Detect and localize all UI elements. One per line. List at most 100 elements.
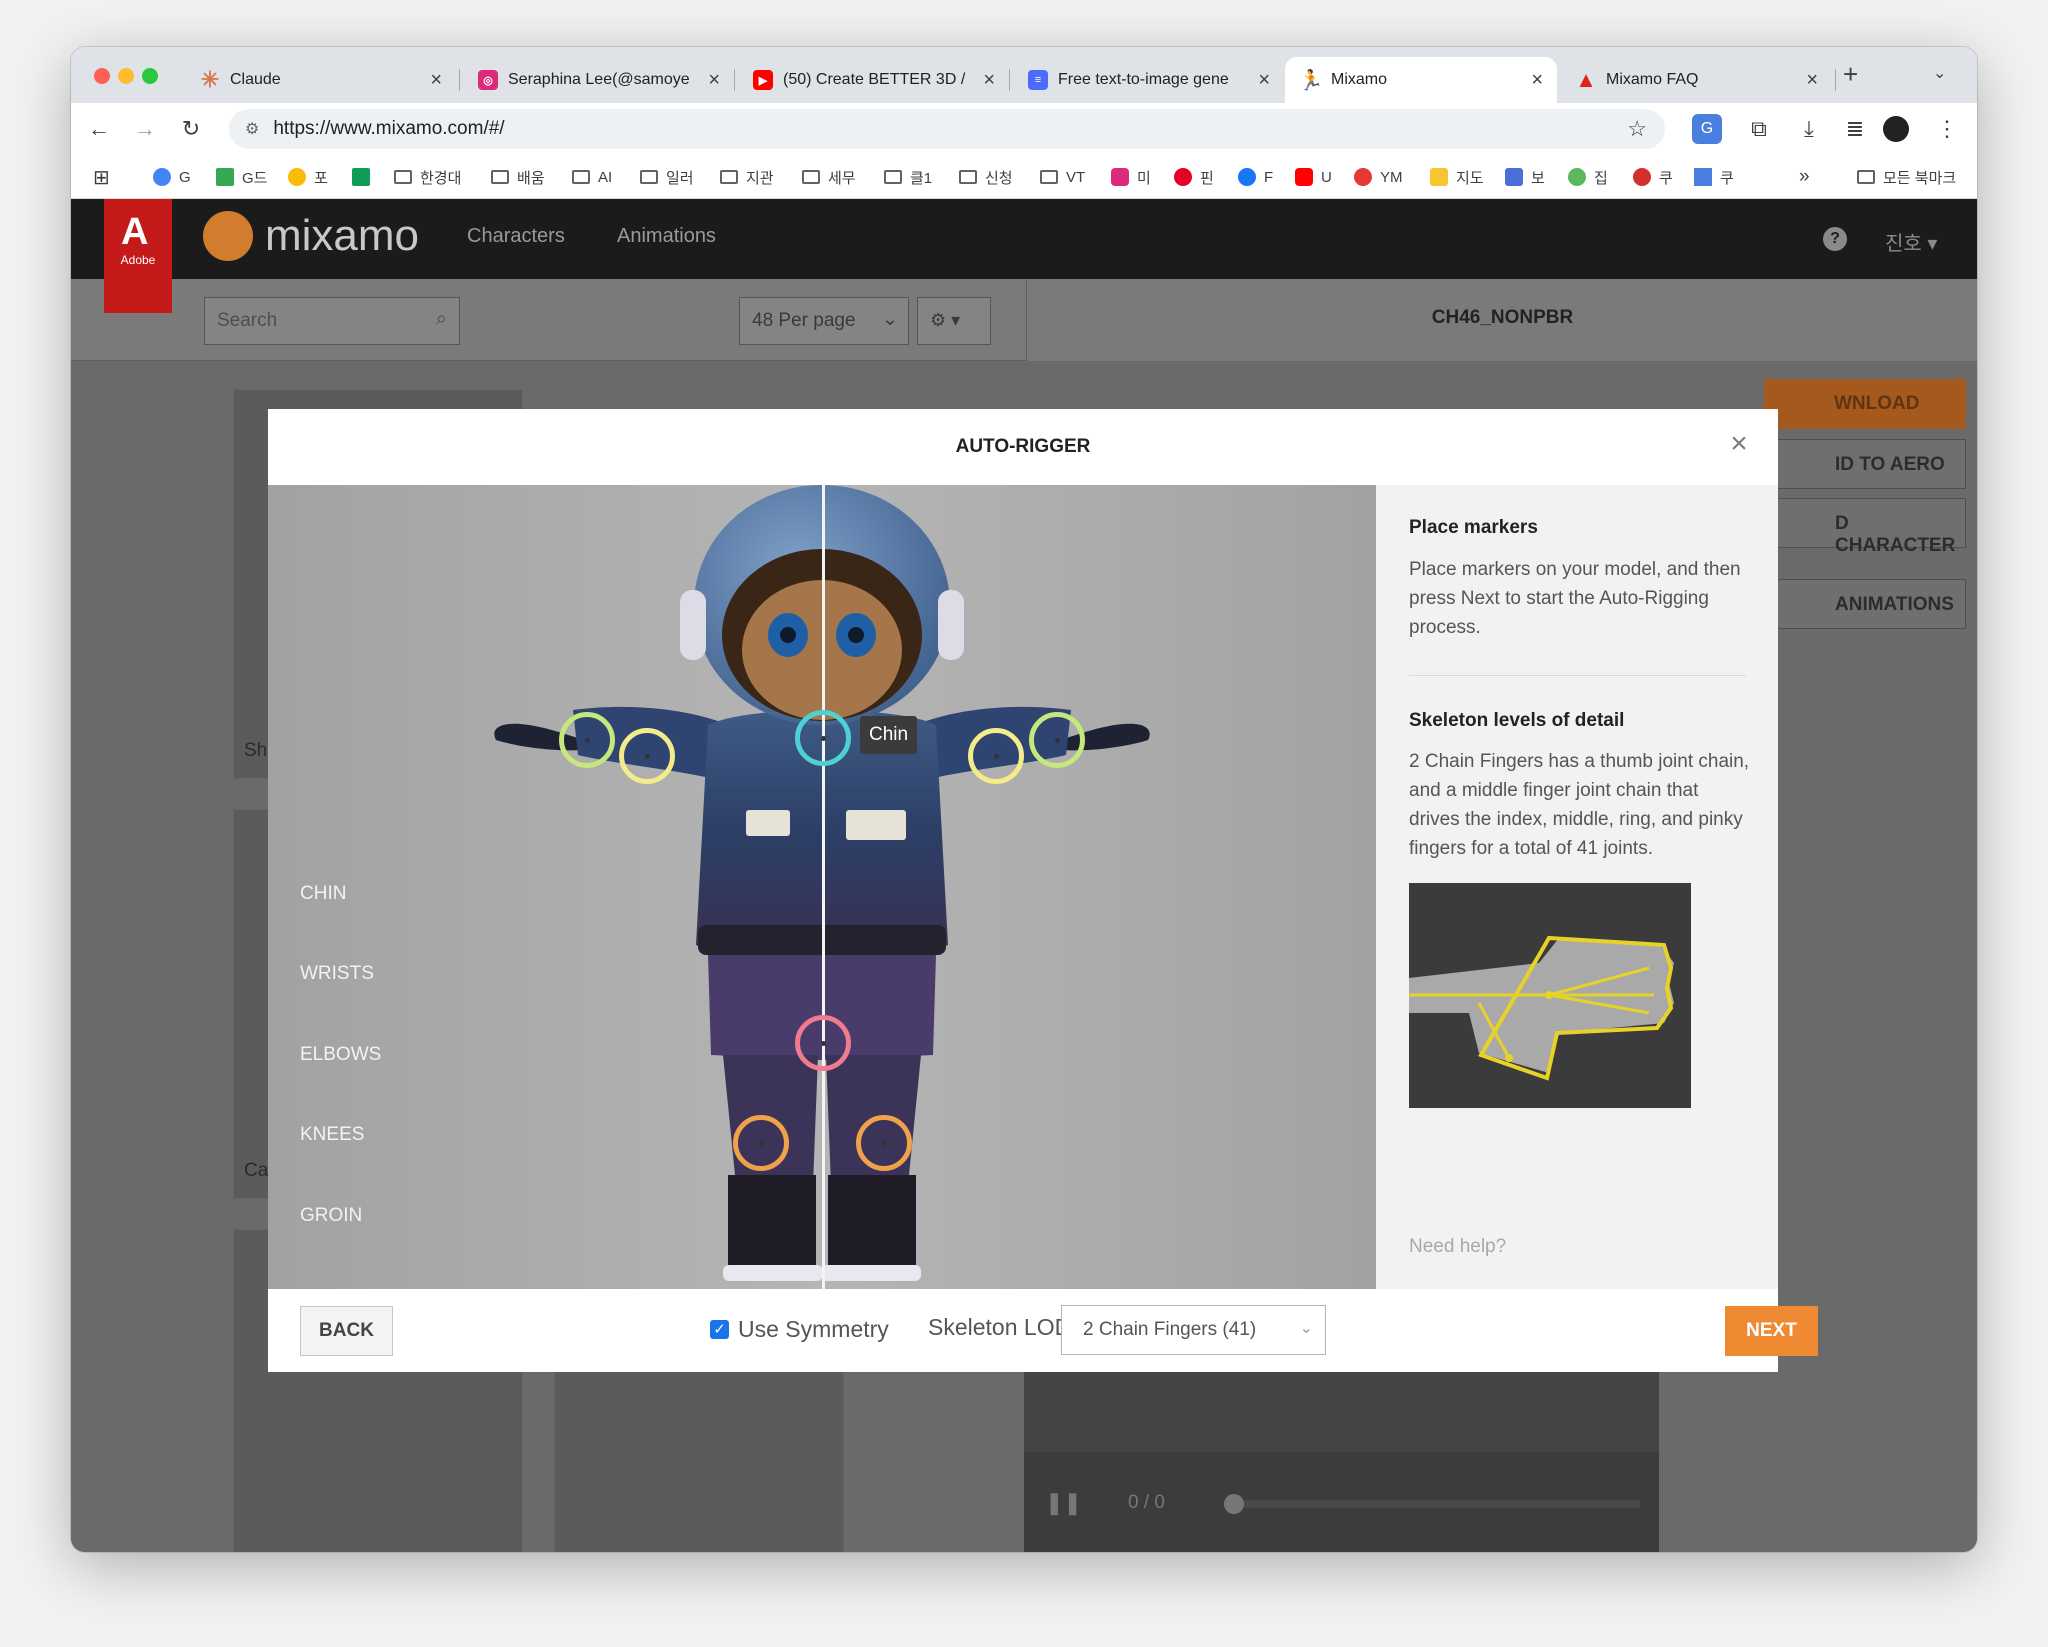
- send-to-aero-button[interactable]: ID TO AERO: [1764, 439, 1966, 489]
- close-tab-icon[interactable]: ×: [983, 69, 995, 92]
- close-tab-icon[interactable]: ×: [1531, 69, 1543, 92]
- close-icon[interactable]: ×: [1724, 429, 1754, 459]
- need-help-link[interactable]: Need help?: [1409, 1236, 1506, 1258]
- wrist-marker-left[interactable]: [559, 712, 615, 768]
- find-animations-button[interactable]: ANIMATIONS: [1764, 579, 1966, 629]
- mixamo-logo[interactable]: mixamo: [203, 211, 419, 261]
- marker-tooltip: Chin: [860, 716, 918, 754]
- bookmark-item[interactable]: F: [1238, 163, 1273, 191]
- bookmark-item[interactable]: 미: [1111, 163, 1151, 191]
- use-symmetry-checkbox[interactable]: ✓ Use Symmetry: [710, 1316, 889, 1343]
- bookmark-star-icon[interactable]: ☆: [1627, 116, 1647, 142]
- bookmark-folder[interactable]: VT: [1040, 163, 1085, 191]
- bookmark-folder[interactable]: 지관: [720, 163, 774, 191]
- search-input[interactable]: Search ⌕: [204, 297, 460, 345]
- chrome-menu-icon[interactable]: ⋮: [1929, 111, 1965, 147]
- close-tab-icon[interactable]: ×: [430, 69, 442, 92]
- bookmark-item[interactable]: [352, 163, 378, 191]
- groin-marker[interactable]: [795, 1015, 851, 1071]
- download-icon[interactable]: ⤓: [1791, 111, 1827, 147]
- chin-marker[interactable]: [795, 710, 851, 766]
- skeleton-lod-select[interactable]: 2 Chain Fingers (41) ⌄: [1061, 1305, 1326, 1355]
- bookmark-folder[interactable]: 배움: [491, 163, 545, 191]
- bookmark-item[interactable]: 쿠: [1694, 163, 1734, 191]
- close-tab-icon[interactable]: ×: [708, 69, 720, 92]
- folder-icon: [1857, 170, 1875, 184]
- next-button[interactable]: NEXT: [1725, 1306, 1818, 1356]
- download-button[interactable]: WNLOAD: [1764, 379, 1966, 429]
- symmetry-line[interactable]: [822, 485, 825, 1289]
- folder-icon: [802, 170, 820, 184]
- knee-marker-right[interactable]: [856, 1115, 912, 1171]
- folder-icon: [1040, 170, 1058, 184]
- new-tab-icon[interactable]: +: [1843, 59, 1858, 90]
- tab-mixamo[interactable]: 🏃 Mixamo ×: [1285, 57, 1557, 103]
- media-control-icon[interactable]: ≣: [1837, 111, 1873, 147]
- wrist-marker-right[interactable]: [1029, 712, 1085, 768]
- settings-button[interactable]: ⚙ ▾: [917, 297, 991, 345]
- bookmark-item[interactable]: 핀: [1174, 163, 1214, 191]
- tab-strip: ✳ Claude × ◎ Seraphina Lee(@samoye × ▶ (…: [71, 47, 1977, 103]
- tab-title: (50) Create BETTER 3D /: [783, 71, 966, 88]
- tab-title: Mixamo: [1331, 71, 1388, 88]
- search-icon[interactable]: ⌕: [436, 308, 447, 331]
- bookmark-item[interactable]: U: [1295, 163, 1332, 191]
- tab-text-to-image[interactable]: ≡ Free text-to-image gene ×: [1012, 57, 1284, 103]
- bookmark-item[interactable]: G: [153, 163, 191, 191]
- site-info-icon[interactable]: ⚙: [245, 119, 259, 139]
- bookmark-item[interactable]: YM: [1354, 163, 1403, 191]
- all-bookmarks-folder[interactable]: 모든 북마크: [1857, 163, 1956, 191]
- bookmark-folder[interactable]: AI: [572, 163, 612, 191]
- close-window-button[interactable]: [94, 68, 110, 84]
- adobe-logo[interactable]: A Adobe: [104, 199, 172, 313]
- minimize-window-button[interactable]: [118, 68, 134, 84]
- forward-icon[interactable]: →: [127, 111, 163, 147]
- per-page-select[interactable]: 48 Per page ⌄: [739, 297, 909, 345]
- close-tab-icon[interactable]: ×: [1806, 69, 1818, 92]
- nav-animations[interactable]: Animations: [617, 225, 716, 248]
- maximize-window-button[interactable]: [142, 68, 158, 84]
- close-tab-icon[interactable]: ×: [1258, 69, 1270, 92]
- address-bar[interactable]: ⚙ https://www.mixamo.com/#/ ☆: [229, 109, 1665, 149]
- nav-characters[interactable]: Characters: [467, 225, 565, 248]
- pause-icon[interactable]: ❚❚: [1045, 1490, 1082, 1516]
- tab-claude[interactable]: ✳ Claude ×: [184, 57, 456, 103]
- bookmark-item[interactable]: 집: [1568, 163, 1608, 191]
- tab-instagram[interactable]: ◎ Seraphina Lee(@samoye ×: [462, 57, 734, 103]
- mixamo-page: mixamo Characters Animations ? 진호 ▾ A Ado…: [71, 199, 1977, 1552]
- apps-grid-icon[interactable]: ⊞: [93, 163, 110, 191]
- knee-marker-left[interactable]: [733, 1115, 789, 1171]
- bookmark-folder[interactable]: 클1: [884, 163, 932, 191]
- bookmark-item[interactable]: 쿠: [1633, 163, 1673, 191]
- checkmark-icon[interactable]: ✓: [710, 1320, 729, 1339]
- back-button[interactable]: BACK: [300, 1306, 393, 1356]
- bookmark-folder[interactable]: 일러: [640, 163, 694, 191]
- bookmark-folder[interactable]: 신청: [959, 163, 1013, 191]
- bookmark-folder[interactable]: 세무: [802, 163, 856, 191]
- tab-mixamo-faq[interactable]: ▲ Mixamo FAQ ×: [1560, 57, 1832, 103]
- more-bookmarks-icon[interactable]: »: [1799, 163, 1810, 191]
- reload-icon[interactable]: ↻: [173, 111, 209, 147]
- rig-stage[interactable]: CHIN WRISTS ELBOWS KNEES GROIN Chin: [268, 485, 1376, 1289]
- bookmark-item[interactable]: 포: [288, 163, 328, 191]
- elbow-marker-right[interactable]: [968, 728, 1024, 784]
- upload-character-button[interactable]: D CHARACTER: [1764, 498, 1966, 556]
- bookmark-folder[interactable]: 한경대: [394, 163, 461, 191]
- profile-avatar[interactable]: [1883, 116, 1909, 142]
- back-icon[interactable]: ←: [81, 111, 117, 147]
- bookmark-item[interactable]: 지도: [1430, 163, 1484, 191]
- tab-search-chevron-icon[interactable]: ⌄: [1933, 63, 1946, 83]
- browser-window: ✳ Claude × ◎ Seraphina Lee(@samoye × ▶ (…: [71, 47, 1977, 1552]
- folder-icon: [394, 170, 412, 184]
- help-icon[interactable]: ?: [1823, 227, 1847, 251]
- marker-label-knees: KNEES: [300, 1124, 365, 1145]
- tab-youtube[interactable]: ▶ (50) Create BETTER 3D / ×: [737, 57, 1009, 103]
- extensions-icon[interactable]: ⧉: [1741, 111, 1777, 147]
- bookmark-item[interactable]: 보: [1505, 163, 1545, 191]
- timeline-slider[interactable]: [1224, 1494, 1641, 1514]
- elbow-marker-left[interactable]: [619, 728, 675, 784]
- user-menu[interactable]: 진호 ▾: [1885, 227, 1937, 256]
- bookmark-item[interactable]: G드: [216, 163, 267, 191]
- translate-icon[interactable]: G: [1692, 114, 1722, 144]
- skeleton-lod-text: 2 Chain Fingers has a thumb joint chain,…: [1409, 751, 1750, 859]
